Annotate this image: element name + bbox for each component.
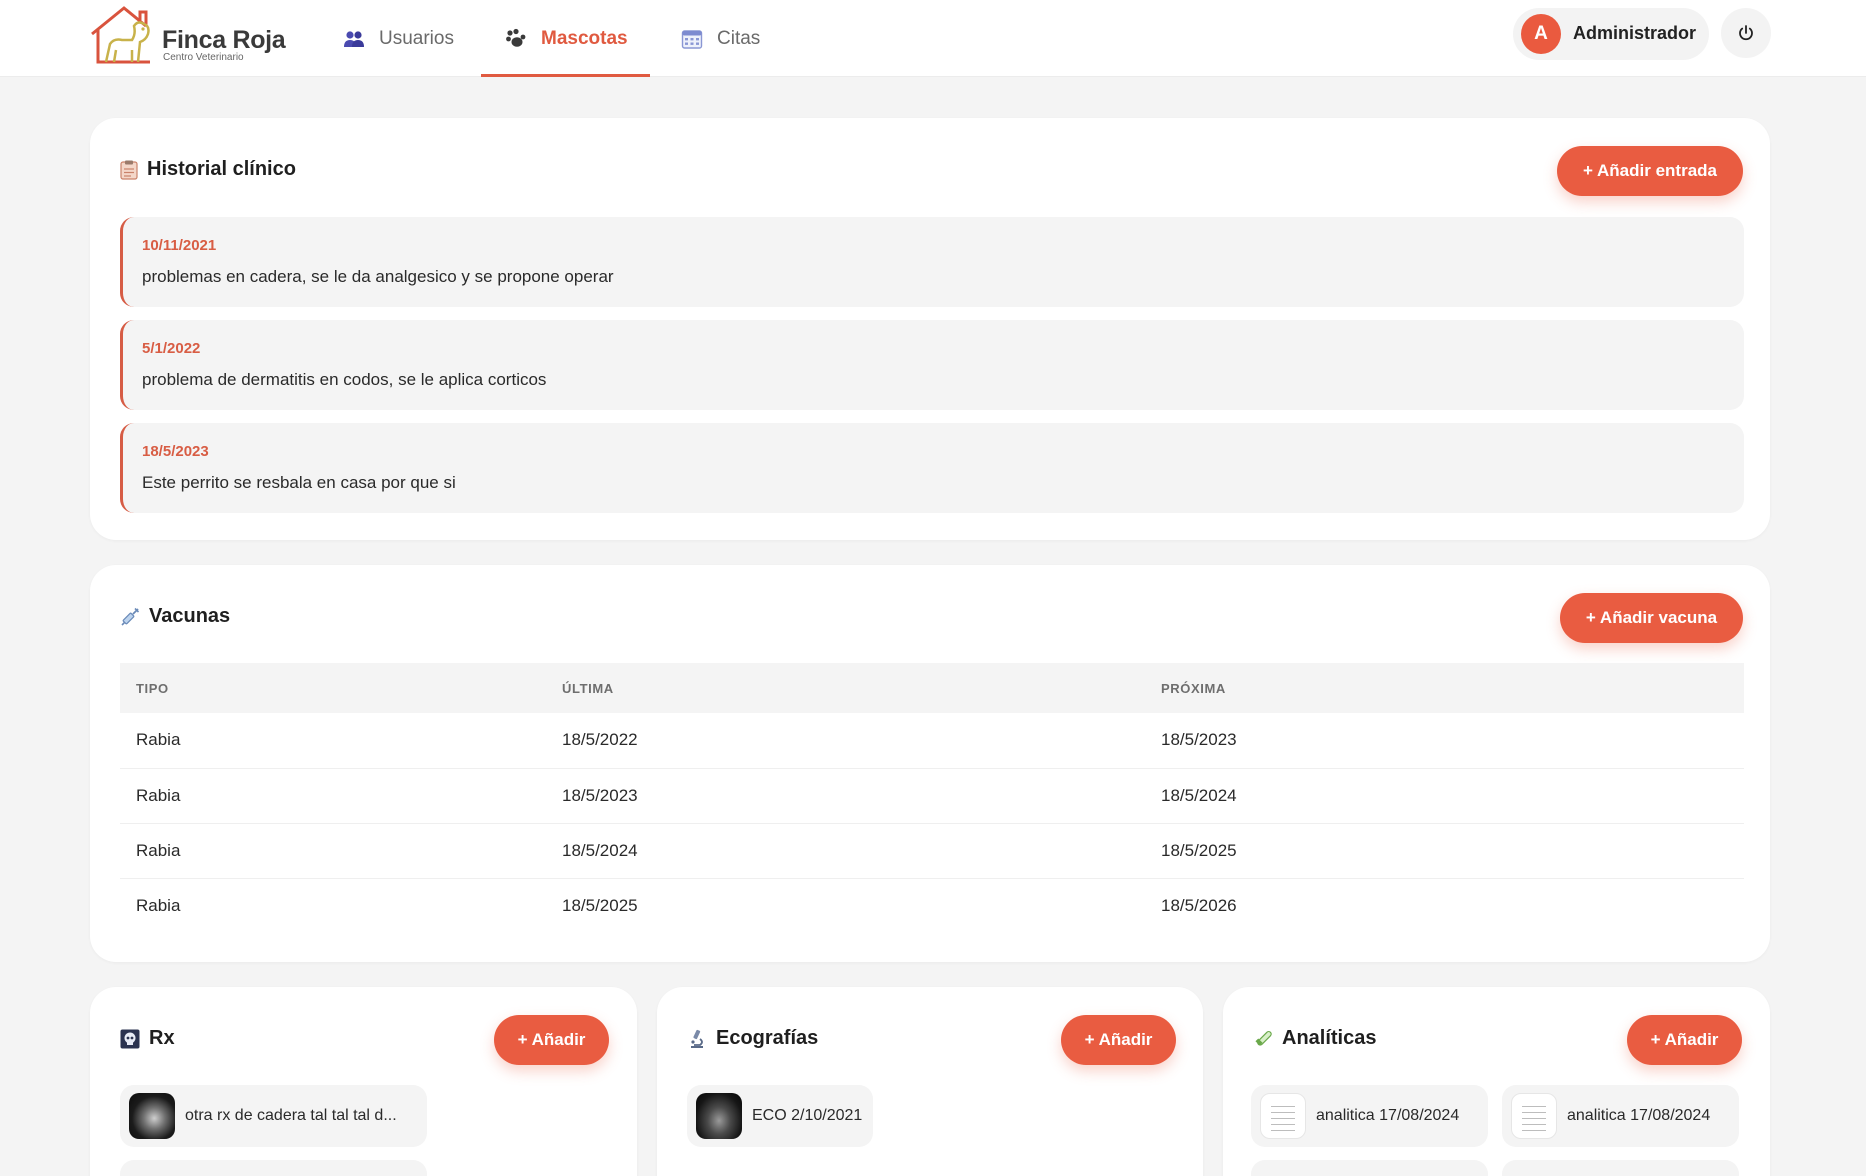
ultrasound-thumbnail bbox=[696, 1093, 742, 1139]
table-cell: Rabia bbox=[136, 895, 181, 915]
table-cell: 18/5/2025 bbox=[562, 895, 638, 915]
ecografias-title-text: Ecografías bbox=[716, 1027, 819, 1049]
brand-logo[interactable]: Finca Roja Centro Veterinario bbox=[88, 4, 288, 64]
brand-title: Finca Roja bbox=[162, 26, 286, 54]
analiticas-title-text: Analíticas bbox=[1282, 1027, 1377, 1049]
column-header-tipo: TIPO bbox=[120, 663, 546, 713]
clipboard-icon bbox=[120, 160, 138, 180]
table-row: Rabia 18/5/2024 18/5/2025 bbox=[120, 823, 1744, 879]
users-icon bbox=[343, 28, 365, 50]
add-rx-button[interactable]: + Añadir bbox=[494, 1015, 609, 1065]
rx-card: Rx + Añadir otra rx de cadera tal tal ta… bbox=[90, 987, 637, 1176]
rx-file-item[interactable] bbox=[120, 1160, 427, 1176]
nav-tab-mascotas[interactable]: Mascotas bbox=[481, 0, 650, 77]
calendar-icon bbox=[681, 28, 703, 50]
history-entry-date: 18/5/2023 bbox=[142, 443, 209, 460]
table-row: Rabia 18/5/2025 18/5/2026 bbox=[120, 878, 1744, 933]
table-cell: Rabia bbox=[120, 823, 546, 879]
table-header-row: TIPO ÚLTIMA PRÓXIMA bbox=[120, 663, 1744, 713]
analitica-file-item[interactable]: analitica 17/08/2024 bbox=[1502, 1085, 1739, 1147]
analiticas-title: Analíticas bbox=[1253, 1027, 1376, 1050]
analitica-file-item[interactable] bbox=[1502, 1160, 1739, 1176]
ecografia-file-item[interactable]: ECO 2/10/2021 bbox=[687, 1085, 873, 1147]
nav-tab-citas[interactable]: Citas bbox=[681, 0, 760, 77]
table-cell: 18/5/2026 bbox=[1161, 895, 1237, 915]
add-entry-button[interactable]: + Añadir entrada bbox=[1557, 146, 1743, 196]
microscope-icon bbox=[691, 1029, 703, 1048]
history-entry-text: Este perrito se resbala en casa por que … bbox=[142, 473, 456, 492]
file-label: analitica 17/08/2024 bbox=[1316, 1107, 1460, 1124]
table-cell: 18/5/2022 bbox=[546, 713, 1145, 769]
brand-subtitle: Centro Veterinario bbox=[163, 52, 244, 63]
house-dog-logo-icon bbox=[91, 6, 150, 64]
history-entry-date: 10/11/2021 bbox=[142, 237, 217, 254]
column-header-ultima: ÚLTIMA bbox=[546, 663, 1145, 713]
table-cell: 18/5/2024 bbox=[546, 823, 1145, 879]
logout-button[interactable] bbox=[1721, 8, 1771, 58]
history-entry-text: problema de dermatitis en codos, se le a… bbox=[142, 370, 547, 389]
xray-thumbnail bbox=[129, 1093, 175, 1139]
user-name: Administrador bbox=[1573, 23, 1697, 43]
table-cell: 18/5/2023 bbox=[546, 768, 1145, 824]
table-cell: 18/5/2023 bbox=[1145, 713, 1744, 769]
add-analitica-button[interactable]: + Añadir bbox=[1627, 1015, 1742, 1065]
file-label: otra rx de cadera tal tal tal d... bbox=[185, 1107, 397, 1124]
table-row: Rabia 18/5/2023 18/5/2024 bbox=[120, 768, 1744, 824]
analitica-file-item[interactable] bbox=[1251, 1160, 1488, 1176]
table-row: Rabia 18/5/2022 18/5/2023 bbox=[120, 713, 1744, 769]
rx-title: Rx bbox=[120, 1027, 175, 1050]
table-cell: 18/5/2025 bbox=[1145, 823, 1744, 879]
file-label: ECO 2/10/2021 bbox=[752, 1107, 863, 1124]
analitica-file-item[interactable]: analitica 17/08/2024 bbox=[1251, 1085, 1488, 1147]
historial-title-text: Historial clínico bbox=[147, 158, 296, 180]
rx-file-item[interactable]: otra rx de cadera tal tal tal d... bbox=[120, 1085, 427, 1147]
history-entry-text: problemas en cadera, se le da analgesico… bbox=[142, 267, 614, 286]
document-thumbnail bbox=[1260, 1093, 1306, 1139]
table-cell: Rabia bbox=[120, 713, 546, 769]
syringe-icon bbox=[121, 607, 140, 626]
skull-icon bbox=[120, 1029, 140, 1048]
top-bar: Finca Roja Centro Veterinario Usuarios M… bbox=[0, 0, 1866, 77]
nav-tab-usuarios[interactable]: Usuarios bbox=[343, 0, 454, 77]
analiticas-card: Analíticas + Añadir analitica 17/08/2024… bbox=[1223, 987, 1770, 1176]
historial-card: Historial clínico + Añadir entrada 10/11… bbox=[90, 118, 1770, 540]
file-label: analitica 17/08/2024 bbox=[1567, 1107, 1711, 1124]
vaccines-table: TIPO ÚLTIMA PRÓXIMA Rabia 18/5/2022 18/5… bbox=[120, 663, 1744, 933]
nav-tab-label: Mascotas bbox=[541, 27, 628, 49]
table-cell: Rabia bbox=[120, 768, 546, 824]
vacunas-card: Vacunas + Añadir vacuna TIPO ÚLTIMA PRÓX… bbox=[90, 565, 1770, 962]
historial-title: Historial clínico bbox=[120, 158, 296, 181]
paw-icon bbox=[505, 28, 527, 50]
add-ecografia-button[interactable]: + Añadir bbox=[1061, 1015, 1176, 1065]
history-entry: 5/1/2022 problema de dermatitis en codos… bbox=[120, 320, 1744, 410]
history-entry-date: 5/1/2022 bbox=[142, 340, 201, 357]
test-tube-icon bbox=[1255, 1030, 1272, 1046]
nav-tab-label: Citas bbox=[717, 27, 761, 49]
table-cell: 18/5/2024 bbox=[1145, 768, 1744, 824]
ecografias-title: Ecografías bbox=[687, 1027, 818, 1050]
add-vaccine-button[interactable]: + Añadir vacuna bbox=[1560, 593, 1743, 643]
history-entry: 18/5/2023 Este perrito se resbala en cas… bbox=[120, 423, 1744, 513]
document-thumbnail bbox=[1511, 1093, 1557, 1139]
vacunas-title: Vacunas bbox=[120, 605, 230, 628]
vacunas-title-text: Vacunas bbox=[149, 605, 231, 627]
ecografias-card: Ecografías + Añadir ECO 2/10/2021 bbox=[657, 987, 1203, 1176]
user-menu[interactable]: A Administrador bbox=[1513, 8, 1709, 60]
power-icon bbox=[1739, 25, 1753, 41]
avatar: A bbox=[1521, 14, 1561, 54]
rx-title-text: Rx bbox=[149, 1027, 175, 1049]
history-entry: 10/11/2021 problemas en cadera, se le da… bbox=[120, 217, 1744, 307]
column-header-proxima: PRÓXIMA bbox=[1145, 663, 1744, 713]
nav-tab-label: Usuarios bbox=[379, 27, 454, 49]
